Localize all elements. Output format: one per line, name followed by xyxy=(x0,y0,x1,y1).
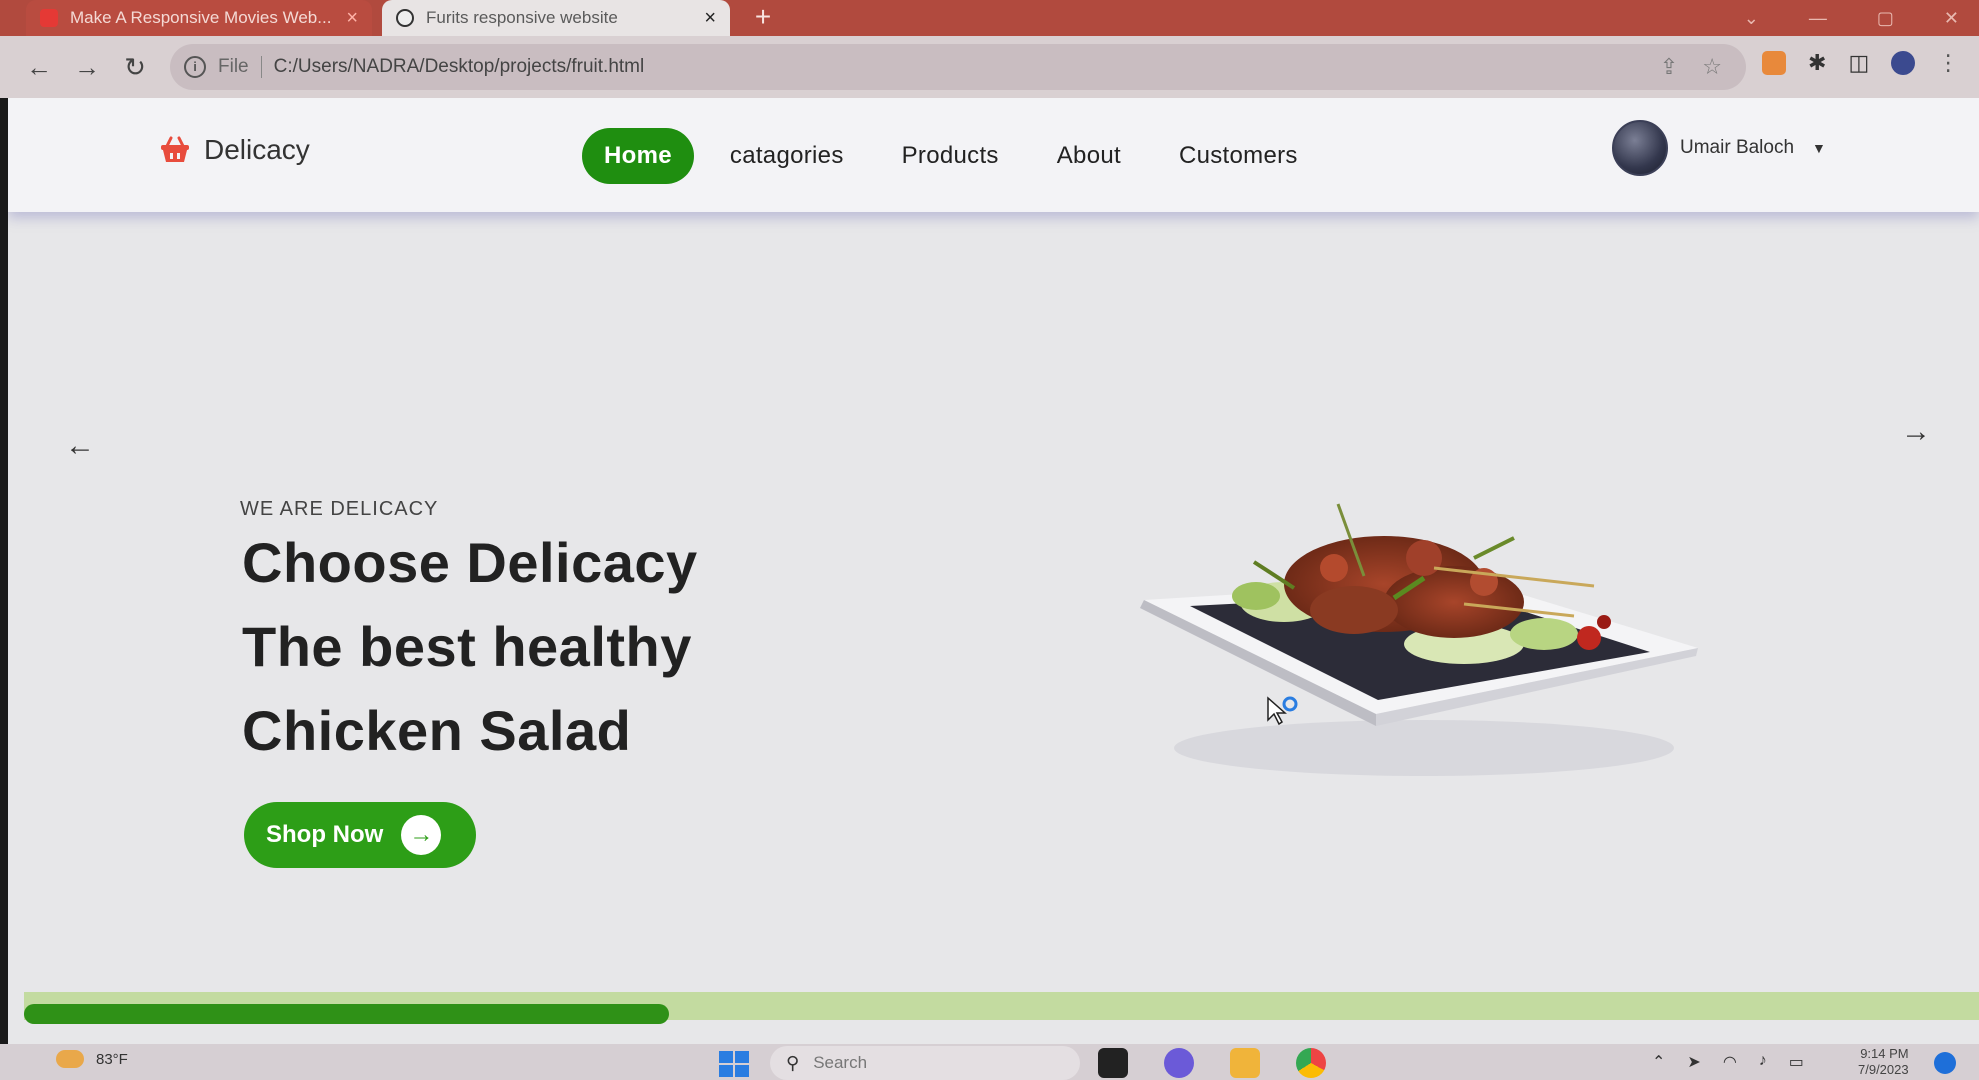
forward-button[interactable]: → xyxy=(70,50,104,84)
temperature: 83°F xyxy=(96,1050,128,1068)
back-button[interactable]: ← xyxy=(22,50,56,84)
nav-categories[interactable]: catagories xyxy=(708,128,866,184)
browser-toolbar: ← → ↻ i File C:/Users/NADRA/Desktop/proj… xyxy=(0,36,1979,98)
clock-time: 9:14 PM xyxy=(1860,1046,1909,1061)
browser-tab-movies[interactable]: Make A Responsive Movies Web... × xyxy=(26,0,372,36)
volume-icon[interactable]: ♪ xyxy=(1759,1052,1767,1072)
task-view-icon[interactable] xyxy=(1098,1048,1128,1078)
clock[interactable]: 9:14 PM 7/9/2023 xyxy=(1858,1046,1909,1078)
basket-icon xyxy=(161,136,189,162)
new-tab-button[interactable]: + xyxy=(748,2,778,32)
taskbar-search[interactable]: ⚲ Search xyxy=(770,1046,1080,1080)
user-menu[interactable]: Umair Baloch ▼ xyxy=(1612,120,1826,176)
menu-kebab-icon[interactable]: ⋮ xyxy=(1937,50,1959,76)
windows-start-icon[interactable] xyxy=(718,1050,750,1078)
taskbar-search-placeholder: Search xyxy=(813,1053,868,1072)
shop-now-label: Shop Now xyxy=(266,821,384,848)
nav-customers[interactable]: Customers xyxy=(1157,128,1320,184)
close-icon[interactable]: × xyxy=(704,7,716,30)
hero-title-line-2: The best healthy xyxy=(242,615,692,678)
chicken-salad-image xyxy=(1140,503,1698,776)
shop-now-button[interactable]: Shop Now → xyxy=(244,802,476,868)
minimize-icon[interactable]: — xyxy=(1809,8,1827,29)
chrome-icon[interactable] xyxy=(1296,1048,1326,1078)
nav-about[interactable]: About xyxy=(1035,128,1143,184)
main-nav: Home catagories Products About Customers xyxy=(582,128,1334,184)
weather-icon xyxy=(56,1050,84,1068)
notification-icon[interactable] xyxy=(1934,1052,1956,1074)
clock-date: 7/9/2023 xyxy=(1858,1062,1909,1077)
slider-next-button[interactable]: → xyxy=(1898,414,1934,450)
avatar[interactable] xyxy=(1612,120,1668,176)
youtube-icon xyxy=(40,9,58,27)
close-icon[interactable]: × xyxy=(346,7,358,30)
maximize-icon[interactable]: ▢ xyxy=(1877,8,1894,29)
url-text: C:/Users/NADRA/Desktop/projects/fruit.ht… xyxy=(273,56,645,77)
share-icon[interactable]: ⇪ xyxy=(1660,54,1678,80)
browser-tab-fruits[interactable]: Furits responsive website × xyxy=(382,0,730,36)
wifi-icon[interactable]: ◠ xyxy=(1723,1052,1737,1072)
omnibox-actions: ⇪ ☆ xyxy=(1660,54,1722,80)
extension-icon[interactable] xyxy=(1762,51,1786,75)
puzzle-icon[interactable]: ✱ xyxy=(1808,50,1826,76)
info-icon[interactable]: i xyxy=(184,56,206,78)
globe-icon xyxy=(396,9,414,27)
hero-eyebrow: WE ARE DELICACY xyxy=(240,498,439,520)
reload-button[interactable]: ↻ xyxy=(118,50,152,84)
extensions-area: ✱ ◫ ⋮ xyxy=(1762,50,1959,76)
tab-title: Make A Responsive Movies Web... xyxy=(70,8,332,27)
hero-title-line-1: Choose Delicacy xyxy=(242,531,698,594)
taskbar-apps xyxy=(1098,1048,1326,1078)
file-explorer-icon[interactable] xyxy=(1230,1048,1260,1078)
chevron-up-icon[interactable]: ⌃ xyxy=(1652,1052,1665,1072)
site-header: Delicacy Home catagories Products About … xyxy=(8,98,1979,212)
url-scheme: File xyxy=(218,56,249,77)
search-icon: ⚲ xyxy=(786,1052,800,1073)
nav-products[interactable]: Products xyxy=(880,128,1021,184)
window-controls: ⌄ — ▢ ✕ xyxy=(1744,0,1959,36)
tab-search-icon[interactable]: ⌄ xyxy=(1744,8,1759,29)
nav-home[interactable]: Home xyxy=(582,128,694,184)
slider-prev-button[interactable]: ← xyxy=(62,428,98,464)
arrow-right-icon: → xyxy=(401,815,442,855)
profile-icon[interactable] xyxy=(1891,51,1916,75)
mouse-cursor-icon xyxy=(1267,696,1298,726)
weather-widget[interactable]: 83°F xyxy=(56,1050,128,1068)
side-panel-icon[interactable]: ◫ xyxy=(1848,50,1869,76)
battery-icon[interactable]: ▭ xyxy=(1789,1052,1804,1072)
slider-progress-fill xyxy=(24,1004,669,1024)
location-icon[interactable]: ➤ xyxy=(1687,1052,1700,1072)
address-bar[interactable]: i File C:/Users/NADRA/Desktop/projects/f… xyxy=(170,44,1746,90)
chevron-down-icon[interactable]: ▼ xyxy=(1812,140,1826,156)
close-window-icon[interactable]: ✕ xyxy=(1944,8,1959,29)
chat-icon[interactable] xyxy=(1164,1048,1194,1078)
user-name: Umair Baloch xyxy=(1680,137,1795,158)
bookmark-star-icon[interactable]: ☆ xyxy=(1702,54,1722,80)
divider xyxy=(260,56,262,78)
hero-title-line-3: Chicken Salad xyxy=(242,699,632,762)
brand-name: Delicacy xyxy=(204,134,310,165)
brand-logo[interactable]: Delicacy xyxy=(160,134,310,166)
web-page: Delicacy Home catagories Products About … xyxy=(8,98,1979,1044)
system-tray: ⌃ ➤ ◠ ♪ ▭ xyxy=(1652,1052,1804,1072)
os-taskbar: 83°F ⚲ Search ⌃ ➤ ◠ ♪ ▭ 9:14 PM 7/9/2023 xyxy=(0,1044,1979,1080)
tab-title: Furits responsive website xyxy=(426,8,618,27)
browser-tab-strip: Make A Responsive Movies Web... × Furits… xyxy=(0,0,1979,36)
